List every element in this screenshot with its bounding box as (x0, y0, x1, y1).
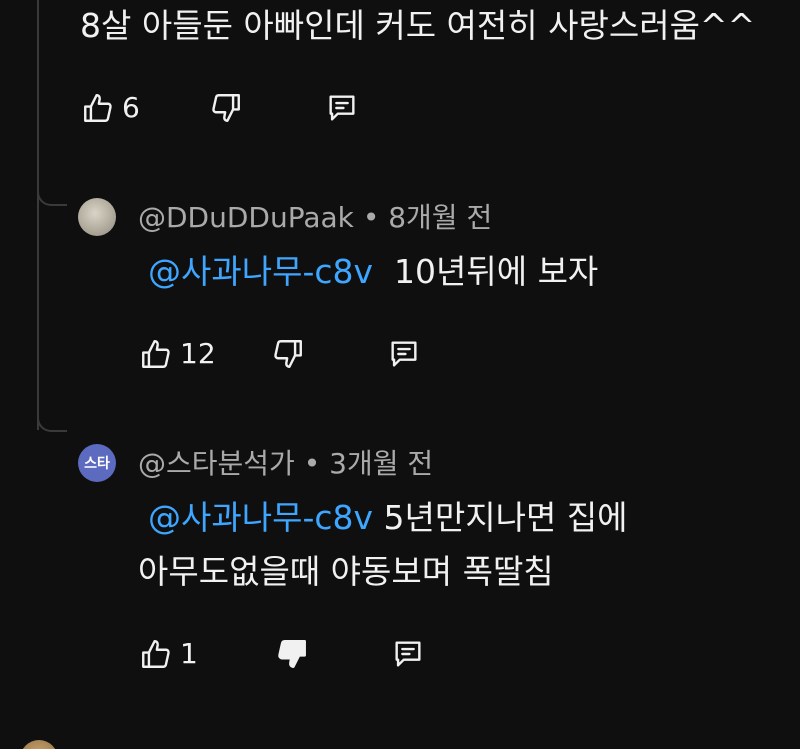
comment-thread: 8살 아들둔 아빠인데 커도 여전히 사랑스러움^^ 6 @DDuDDuPaak… (0, 0, 800, 749)
avatar[interactable] (78, 198, 116, 236)
comment-text: 8살 아들둔 아빠인데 커도 여전히 사랑스러움^^ (80, 6, 756, 45)
mention-link[interactable]: @사과나무-c8v (148, 498, 373, 537)
like-button[interactable] (76, 86, 120, 130)
dislike-button[interactable] (204, 86, 248, 130)
reply-text: @사과나무-c8v 10년뒤에 보자 (148, 252, 598, 292)
thread-connector-line (37, 0, 39, 430)
thumbs-up-icon (81, 91, 115, 125)
reply-meta: @DDuDDuPaak • 8개월 전 (138, 200, 492, 236)
reply-button[interactable] (382, 332, 426, 376)
comment-time[interactable]: 3개월 전 (329, 447, 433, 480)
author-handle[interactable]: @DDuDDuPaak (138, 201, 354, 234)
comment-actions: 6 (76, 86, 364, 130)
like-count: 6 (122, 91, 140, 124)
reply-actions: 12 (134, 332, 426, 376)
avatar[interactable]: 스타 (78, 444, 116, 482)
next-comment-avatar[interactable] (20, 740, 58, 749)
author-handle[interactable]: @스타분석가 (138, 447, 295, 480)
reply-text-line: 아무도없을때 야동보며 폭딸침 (138, 552, 554, 591)
thumbs-up-icon (139, 337, 173, 371)
thumbs-up-icon (139, 637, 173, 671)
reply-text-line: 10년뒤에 보자 (394, 252, 599, 291)
meta-separator: • (303, 447, 321, 480)
like-count: 12 (180, 337, 216, 370)
meta-separator: • (362, 201, 380, 234)
like-count: 1 (180, 637, 198, 670)
reply-text-line: 5년만지나면 집에 (383, 498, 628, 537)
reply-meta: @스타분석가 • 3개월 전 (138, 446, 433, 482)
thumbs-down-icon (209, 91, 243, 125)
comment-time[interactable]: 8개월 전 (388, 201, 492, 234)
like-button[interactable] (134, 332, 178, 376)
reply-comment-icon (391, 637, 425, 671)
reply-connector (37, 186, 67, 206)
reply-connector (37, 412, 67, 432)
thumbs-down-icon (271, 337, 305, 371)
mention-link[interactable]: @사과나무-c8v (148, 252, 373, 291)
reply-comment-icon (325, 91, 359, 125)
reply-text: @사과나무-c8v 5년만지나면 집에 (148, 498, 628, 538)
dislike-button[interactable] (266, 332, 310, 376)
thumbs-down-icon (275, 637, 309, 671)
dislike-button[interactable] (270, 632, 314, 676)
reply-comment-icon (387, 337, 421, 371)
reply-button[interactable] (320, 86, 364, 130)
reply-actions: 1 (134, 632, 430, 676)
reply-button[interactable] (386, 632, 430, 676)
like-button[interactable] (134, 632, 178, 676)
